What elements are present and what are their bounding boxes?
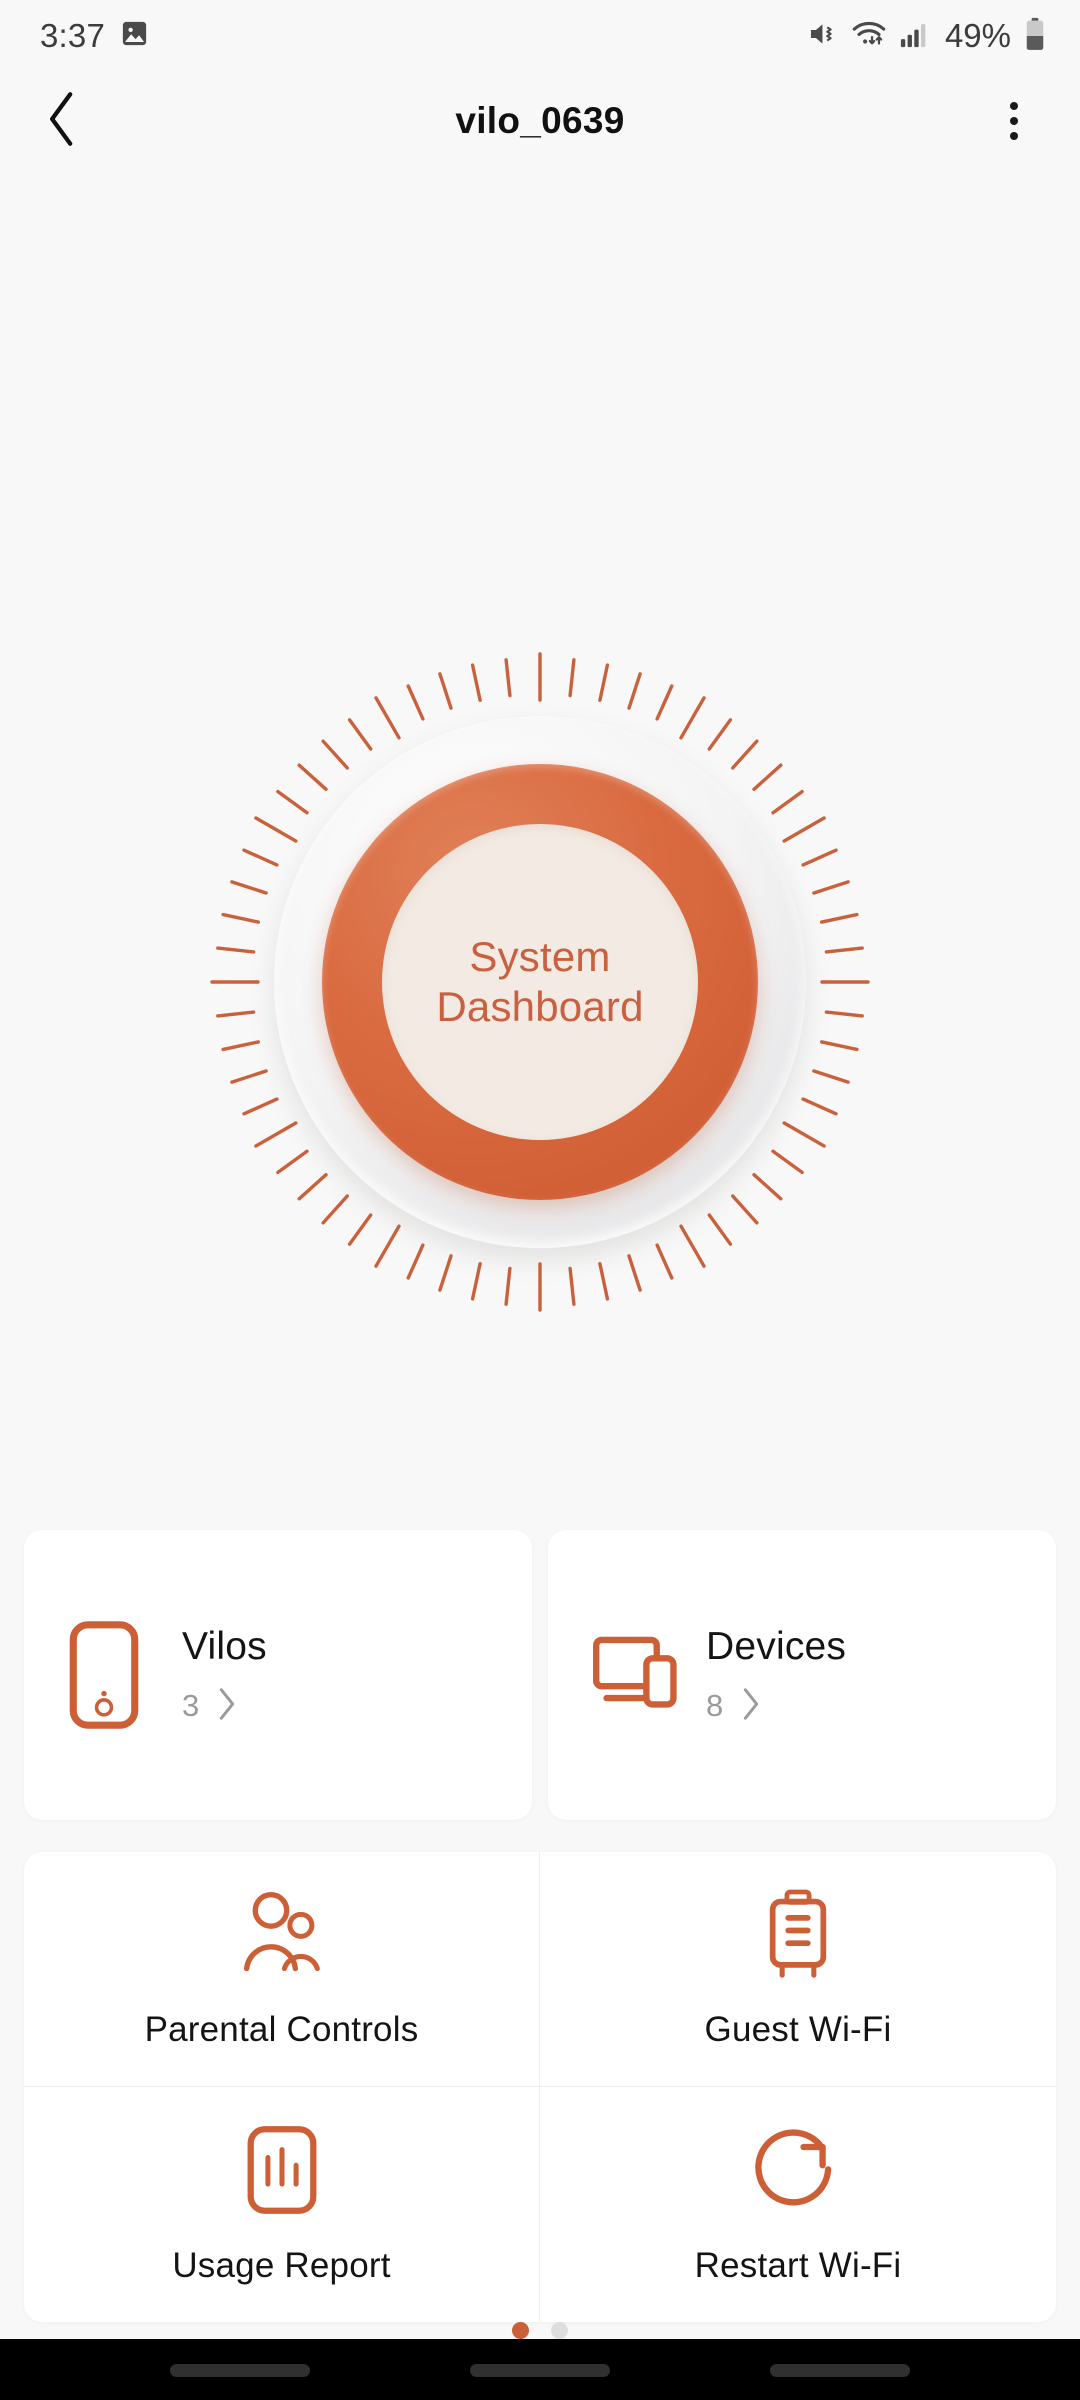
overflow-dot-icon [1010, 132, 1018, 140]
battery-percent-label: 49% [944, 17, 1011, 54]
quick-action-guest-wifi[interactable]: Guest Wi-Fi [540, 1852, 1056, 2087]
summary-cards-row: Vilos 3 Devices 8 [0, 1530, 1080, 1820]
quick-action-usage-report[interactable]: Usage Report [24, 2087, 540, 2322]
hero-section: System Dashboard [0, 170, 1080, 1530]
app-header: vilo_0639 [0, 72, 1080, 170]
system-dashboard-dial[interactable]: System Dashboard [190, 632, 890, 1332]
back-button[interactable] [26, 85, 98, 157]
page-dot-2[interactable] [551, 2322, 568, 2339]
back-button[interactable] [770, 2363, 910, 2377]
chevron-left-icon [45, 91, 79, 152]
devices-card-sub: 8 [706, 1687, 846, 1726]
quick-action-restart-wifi[interactable]: Restart Wi-Fi [540, 2087, 1056, 2322]
cellular-signal-icon [898, 18, 930, 55]
devices-count: 8 [706, 1688, 724, 1723]
battery-icon [1024, 17, 1046, 56]
quick-action-label: Guest Wi-Fi [704, 2010, 892, 2049]
status-bar-left: 3:37 [40, 17, 150, 55]
wifi-icon [851, 17, 887, 56]
dial-title-line1: System [469, 933, 611, 981]
overflow-dot-icon [1010, 102, 1018, 110]
page-dot-1[interactable] [512, 2322, 529, 2339]
devices-card-title: Devices [706, 1624, 847, 1668]
recents-button[interactable] [170, 2363, 310, 2377]
quick-action-label: Usage Report [172, 2245, 391, 2285]
quick-action-parental-controls[interactable]: Parental Controls [24, 1852, 540, 2087]
vilos-card-body: Vilos 3 [176, 1625, 267, 1726]
overflow-menu-button[interactable] [978, 85, 1050, 157]
devices-icon [592, 1632, 700, 1718]
system-nav-bar [0, 2339, 1080, 2400]
restart-wifi-icon [752, 2124, 844, 2216]
status-bar: 3:37 49% [0, 0, 1080, 72]
guest-wifi-icon [760, 1888, 836, 1980]
status-bar-right: 49% [806, 17, 1046, 56]
quick-action-label: Restart Wi-Fi [694, 2245, 902, 2285]
dial-title-line2: Dashboard [436, 983, 644, 1030]
vilos-card-sub: 3 [182, 1687, 267, 1726]
vilos-card-title: Vilos [182, 1624, 267, 1668]
vilo-node-icon [68, 1620, 176, 1730]
quick-actions-grid: Parental Controls Guest Wi-Fi Usage Repo… [24, 1852, 1056, 2322]
devices-card-body: Devices 8 [700, 1625, 846, 1726]
image-icon [119, 18, 150, 54]
usage-report-icon [246, 2124, 318, 2216]
mute-vibrate-icon [806, 17, 840, 56]
page-indicator [0, 2322, 1080, 2339]
devices-card[interactable]: Devices 8 [548, 1530, 1056, 1820]
dial-inner-button[interactable]: System Dashboard [382, 824, 698, 1140]
vilos-count: 3 [182, 1688, 200, 1723]
parental-controls-icon [236, 1888, 328, 1980]
app-root: 3:37 49% vilo_0639 System Dashboard Vilo… [0, 0, 1080, 2400]
home-button[interactable] [470, 2363, 610, 2377]
chevron-right-icon [741, 1687, 761, 1726]
vilos-card[interactable]: Vilos 3 [24, 1530, 532, 1820]
quick-action-label: Parental Controls [144, 2010, 419, 2049]
page-title: vilo_0639 [455, 100, 625, 141]
overflow-dot-icon [1010, 117, 1018, 125]
chevron-right-icon [217, 1687, 237, 1726]
status-bar-clock: 3:37 [40, 17, 106, 54]
